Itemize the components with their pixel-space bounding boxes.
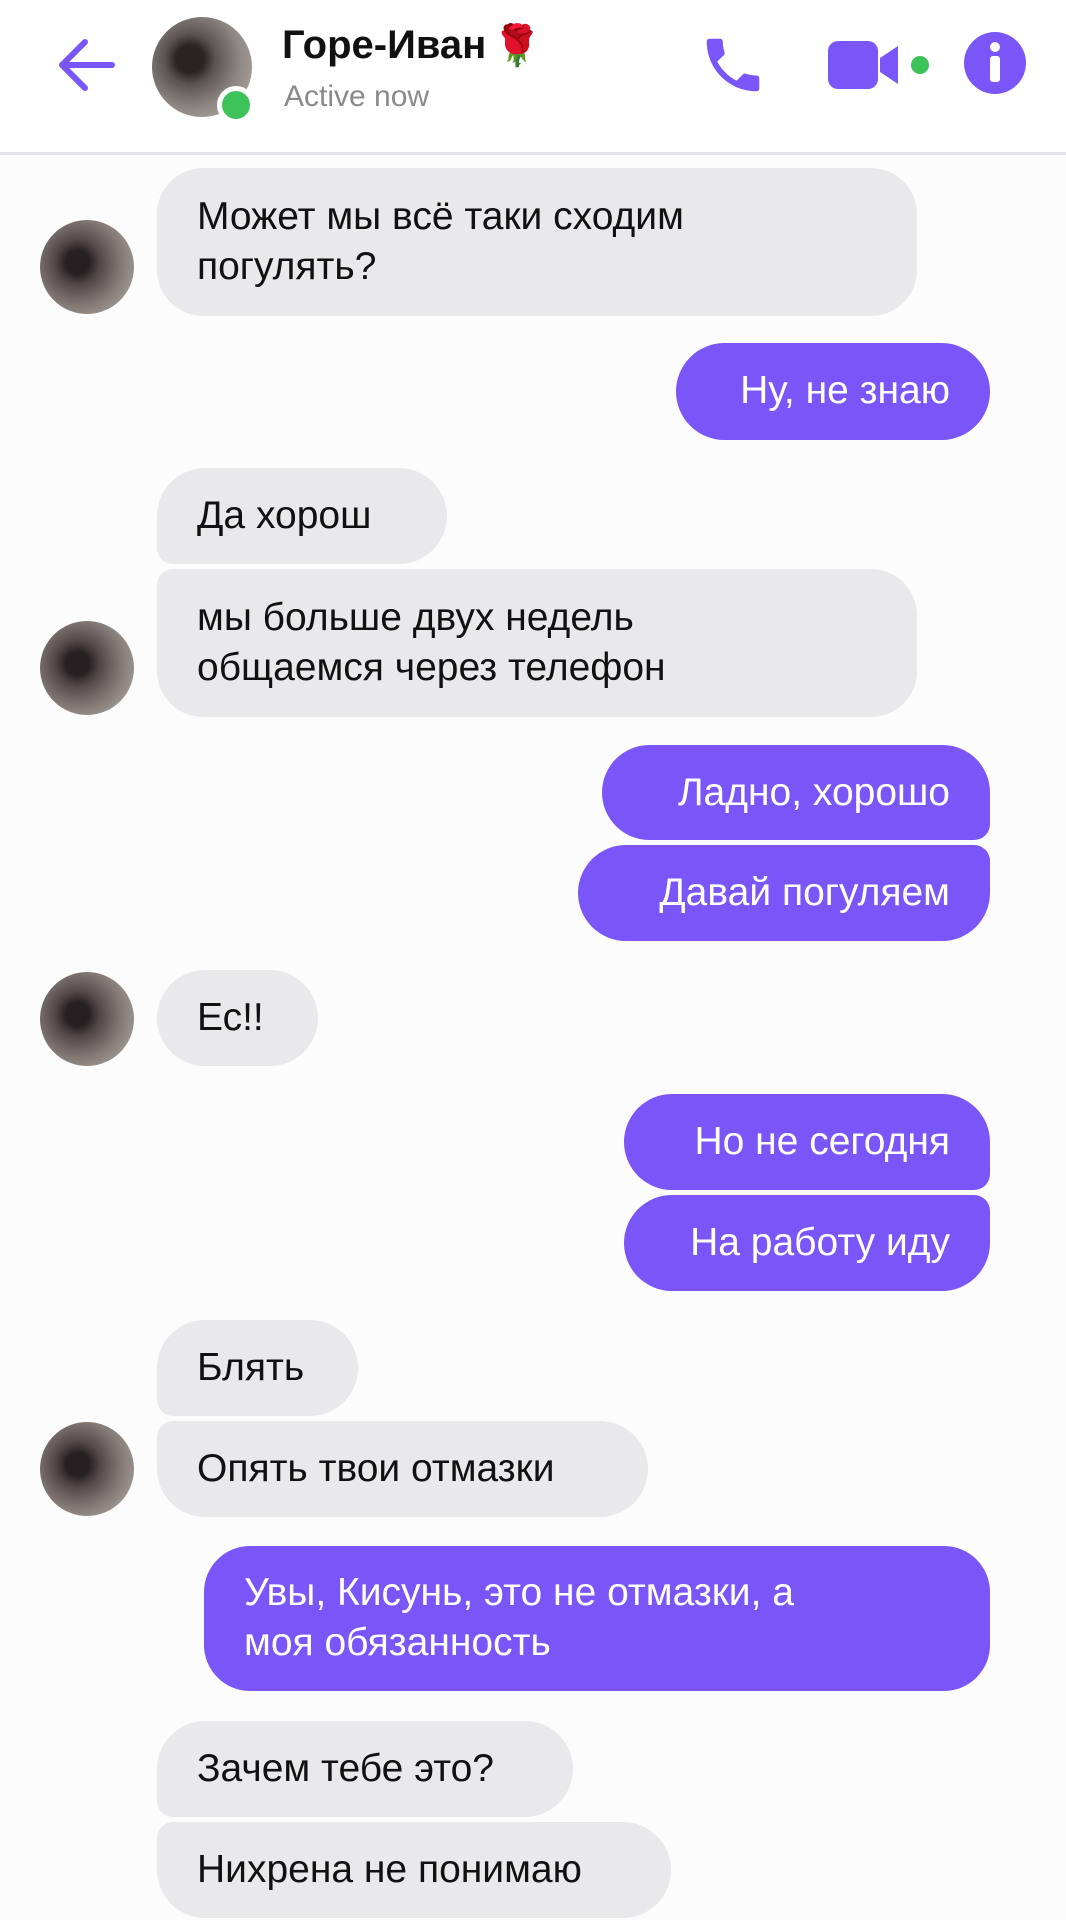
incoming-message[interactable]: Нихрена не понимаю: [157, 1822, 671, 1918]
message-line: Ладно, хорошо: [677, 771, 950, 814]
message-line: Ес!!: [197, 996, 264, 1039]
message-line: Зачем тебе это?: [197, 1747, 494, 1790]
outgoing-message[interactable]: Давай погуляем: [578, 845, 990, 941]
phone-icon[interactable]: [698, 30, 768, 100]
incoming-message[interactable]: Да хорош: [157, 468, 447, 564]
contact-status: Active now: [284, 80, 430, 113]
message-line: Блять: [197, 1346, 305, 1389]
message-line: мы больше двух недель: [197, 596, 634, 639]
contact-name-text: Горе-Иван: [282, 23, 487, 67]
incoming-message[interactable]: Блять: [157, 1320, 358, 1416]
rose-emoji: 🌹: [492, 24, 543, 68]
message-line: Ну, не знаю: [740, 369, 950, 412]
outgoing-message[interactable]: Ну, не знаю: [676, 343, 990, 440]
sender-avatar[interactable]: [40, 220, 134, 314]
message-line: погулять?: [197, 245, 377, 288]
online-presence-dot: [217, 86, 255, 124]
incoming-message[interactable]: Может мы всё таки сходим погулять?: [157, 168, 917, 316]
sender-avatar[interactable]: [40, 621, 134, 715]
message-line: моя обязанность: [244, 1621, 551, 1664]
message-line: общаемся через телефон: [197, 646, 666, 689]
info-icon[interactable]: [962, 30, 1028, 96]
sender-avatar[interactable]: [40, 1422, 134, 1516]
contact-name[interactable]: Горе-Иван 🌹: [282, 22, 542, 69]
outgoing-message[interactable]: На работу иду: [624, 1195, 990, 1291]
arrow-left-icon[interactable]: [52, 30, 122, 100]
message-line: На работу иду: [690, 1221, 950, 1264]
chat-header: Горе-Иван 🌹 Active now: [0, 0, 1066, 155]
message-line: Но не сегодня: [694, 1120, 950, 1163]
message-line: Увы, Кисунь, это не отмазки, а: [244, 1571, 794, 1614]
incoming-message[interactable]: мы больше двух недель общаемся через тел…: [157, 569, 917, 717]
incoming-message[interactable]: Зачем тебе это?: [157, 1721, 573, 1817]
message-line: Давай погуляем: [659, 871, 950, 914]
incoming-message[interactable]: Опять твои отмазки: [157, 1421, 648, 1517]
message-line: Может мы всё таки сходим: [197, 195, 684, 238]
outgoing-message[interactable]: Но не сегодня: [624, 1094, 990, 1190]
video-camera-icon[interactable]: [828, 38, 938, 93]
message-line: Нихрена не понимаю: [197, 1848, 582, 1891]
message-line: Опять твои отмазки: [197, 1447, 555, 1490]
outgoing-message[interactable]: Увы, Кисунь, это не отмазки, а моя обяза…: [204, 1546, 990, 1691]
sender-avatar[interactable]: [40, 972, 134, 1066]
incoming-message[interactable]: Ес!!: [157, 970, 318, 1066]
message-line: Да хорош: [197, 494, 372, 537]
outgoing-message[interactable]: Ладно, хорошо: [602, 745, 990, 840]
